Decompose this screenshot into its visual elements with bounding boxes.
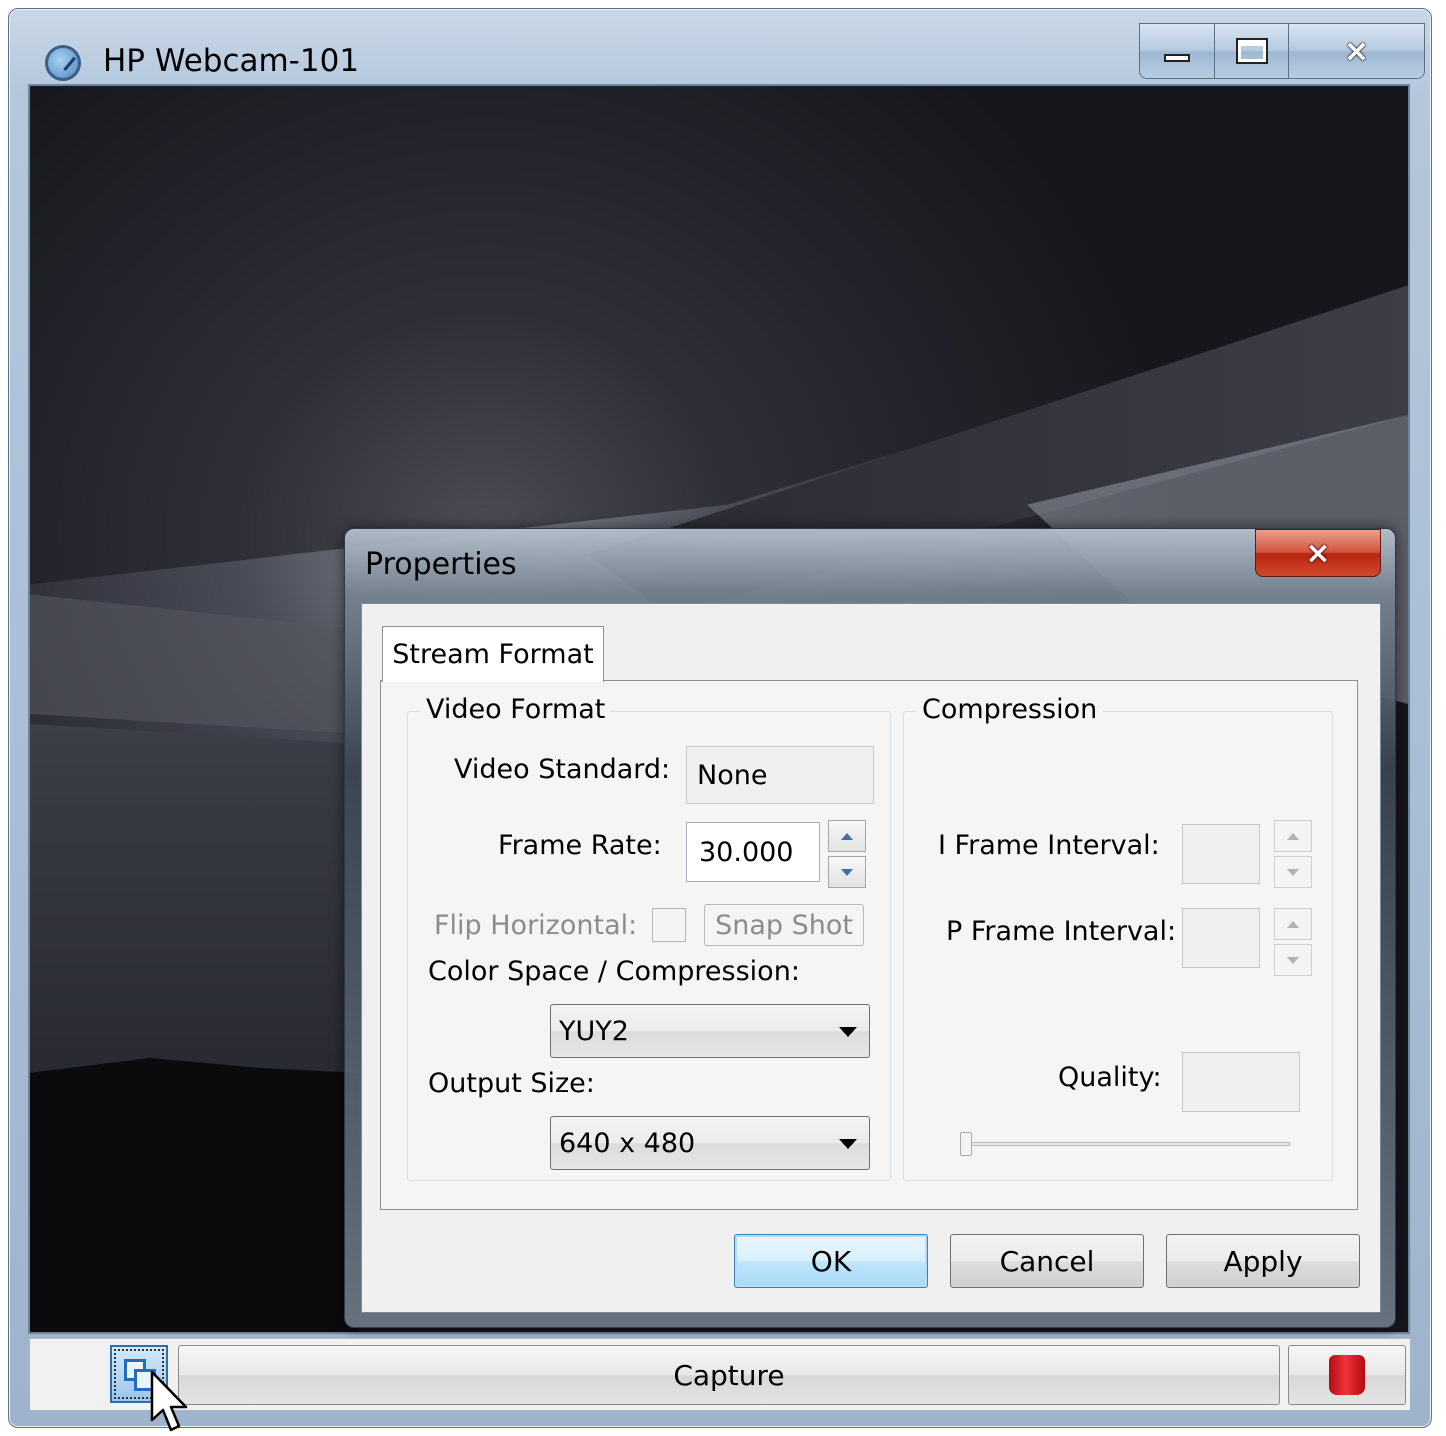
color-space-select[interactable]: YUY2 — [550, 1004, 870, 1058]
quality-slider-thumb[interactable] — [960, 1132, 972, 1156]
output-size-select[interactable]: 640 x 480 — [550, 1116, 870, 1170]
chevron-down-icon — [839, 1027, 857, 1037]
ok-button[interactable]: OK — [734, 1234, 928, 1288]
flip-horizontal-label: Flip Horizontal: — [434, 910, 638, 941]
arrow-down-icon — [1287, 956, 1299, 964]
minimize-icon — [1164, 54, 1191, 62]
close-button[interactable]: × — [1288, 24, 1424, 78]
arrow-down-icon — [1287, 868, 1299, 876]
p-frame-interval-input[interactable] — [1182, 908, 1260, 968]
i-frame-interval-label: I Frame Interval: — [938, 830, 1160, 861]
video-standard-label: Video Standard: — [454, 754, 671, 785]
color-space-label: Color Space / Compression: — [428, 956, 800, 987]
window-title: HP Webcam-101 — [103, 43, 360, 79]
i-frame-up-button[interactable] — [1274, 820, 1312, 852]
i-frame-down-button[interactable] — [1274, 856, 1312, 888]
frame-rate-spinner — [828, 820, 866, 888]
window-caption-buttons: × — [1139, 23, 1425, 79]
tab-stream-format[interactable]: Stream Format — [382, 626, 604, 682]
stop-button[interactable] — [1288, 1345, 1406, 1405]
output-size-label: Output Size: — [428, 1068, 595, 1099]
arrow-down-icon — [841, 868, 853, 876]
frame-rate-down-button[interactable] — [828, 856, 866, 888]
flip-horizontal-checkbox[interactable] — [652, 908, 686, 942]
mouse-cursor-icon — [150, 1370, 188, 1432]
quality-label: Quality: — [1058, 1062, 1162, 1093]
dialog-title: Properties — [365, 547, 517, 582]
bottom-toolbar: Capture — [30, 1338, 1410, 1410]
video-format-group: Video Format Video Standard: None Frame … — [407, 694, 891, 1181]
video-format-group-label: Video Format — [420, 694, 612, 725]
p-frame-interval-label: P Frame Interval: — [946, 916, 1177, 947]
close-icon: × — [1343, 33, 1370, 69]
close-icon: × — [1305, 535, 1331, 571]
output-size-value: 640 x 480 — [559, 1127, 696, 1159]
frame-rate-up-button[interactable] — [828, 820, 866, 852]
maximize-icon — [1235, 38, 1268, 64]
snap-shot-button[interactable]: Snap Shot — [704, 904, 864, 946]
p-frame-down-button[interactable] — [1274, 944, 1312, 976]
properties-dialog: Properties × Stream Format Video Format … — [344, 528, 1396, 1328]
arrow-up-icon — [841, 832, 853, 840]
p-frame-up-button[interactable] — [1274, 908, 1312, 940]
capture-button[interactable]: Capture — [178, 1345, 1280, 1405]
minimize-button[interactable] — [1140, 24, 1216, 78]
dialog-client-area: Stream Format Video Format Video Standar… — [361, 603, 1381, 1313]
compression-group: Compression I Frame Interval: P Frame In… — [903, 694, 1333, 1181]
maximize-button[interactable] — [1215, 24, 1289, 78]
i-frame-interval-spinner — [1274, 820, 1312, 888]
webcam-app-icon — [45, 45, 81, 81]
quality-input[interactable] — [1182, 1052, 1300, 1112]
compression-group-label: Compression — [916, 694, 1104, 725]
p-frame-interval-spinner — [1274, 908, 1312, 976]
arrow-up-icon — [1287, 832, 1299, 840]
stop-record-icon — [1329, 1355, 1365, 1395]
i-frame-interval-input[interactable] — [1182, 824, 1260, 884]
apply-button[interactable]: Apply — [1166, 1234, 1360, 1288]
video-standard-value: None — [686, 746, 874, 804]
tab-page-stream-format: Video Format Video Standard: None Frame … — [380, 680, 1358, 1210]
dialog-close-button[interactable]: × — [1255, 529, 1381, 577]
color-space-value: YUY2 — [559, 1015, 629, 1047]
frame-rate-label: Frame Rate: — [498, 830, 662, 861]
frame-rate-input[interactable]: 30.000 — [686, 822, 820, 882]
quality-slider-track[interactable] — [960, 1142, 1290, 1146]
chevron-down-icon — [839, 1139, 857, 1149]
cancel-button[interactable]: Cancel — [950, 1234, 1144, 1288]
arrow-up-icon — [1287, 920, 1299, 928]
